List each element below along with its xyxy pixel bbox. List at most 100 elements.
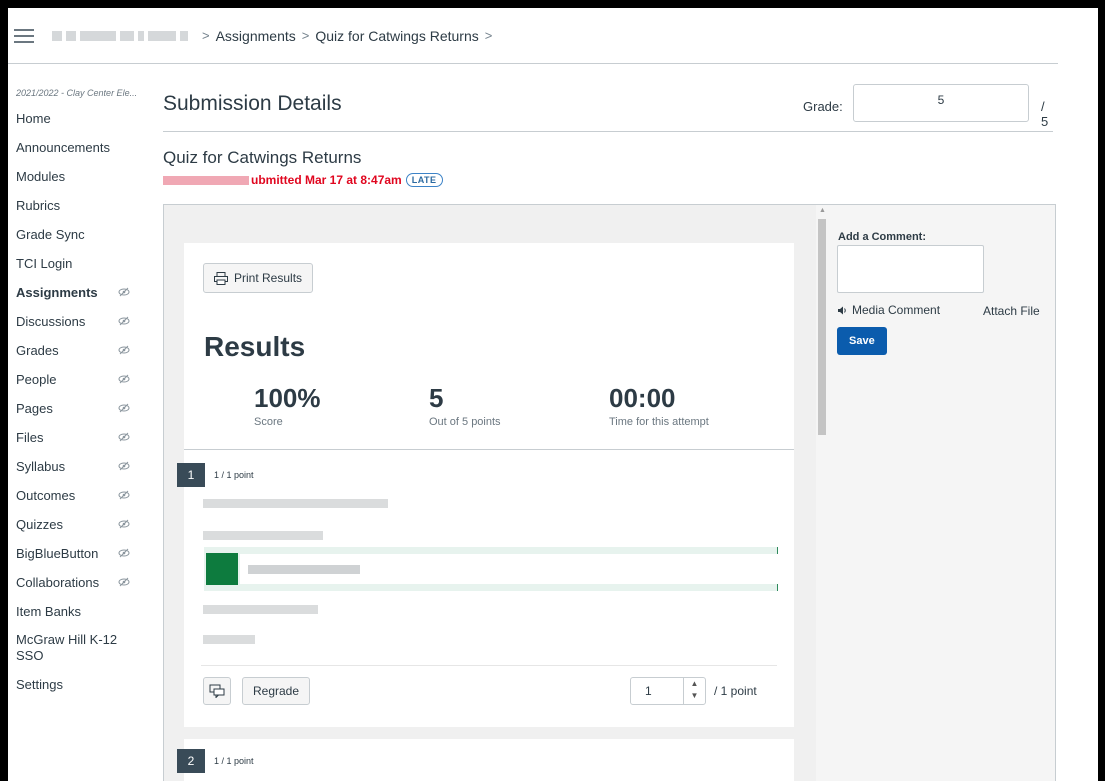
course-term: 2021/2022 - Clay Center Ele...	[16, 88, 138, 98]
correct-answer-icon	[206, 553, 238, 585]
sidebar-item-syllabus[interactable]: Syllabus	[8, 452, 148, 481]
time-value: 00:00	[609, 383, 676, 413]
sidebar-item-quizzes[interactable]: Quizzes	[8, 510, 148, 539]
question-number: 1	[177, 463, 205, 487]
save-comment-button[interactable]: Save	[837, 327, 887, 355]
grade-input[interactable]: 5	[853, 84, 1029, 122]
answer-text-redacted	[248, 565, 360, 574]
sidebar-item-label: Home	[16, 111, 51, 126]
sidebar-item-files[interactable]: Files	[8, 423, 148, 452]
sidebar-item-outcomes[interactable]: Outcomes	[8, 481, 148, 510]
hidden-eye-icon	[118, 519, 130, 529]
submission-header: Submission Details Grade: 5 / 5	[163, 64, 1053, 132]
add-comment-label: Add a Comment:	[838, 231, 926, 243]
sidebar-item-label: Settings	[16, 677, 63, 692]
breadcrumb-assignments[interactable]: Assignments	[216, 28, 296, 44]
attach-file-link[interactable]: Attach File	[983, 304, 1040, 318]
late-badge: LATE	[405, 173, 443, 187]
main-content: Submission Details Grade: 5 / 5 Quiz for…	[163, 64, 1056, 781]
sidebar-item-announcements[interactable]: Announcements	[8, 133, 148, 162]
chevron-up-icon[interactable]: ▲	[684, 678, 705, 690]
canvas-page: > Assignments > Quiz for Catwings Return…	[8, 8, 1098, 781]
sidebar-item-label: Modules	[16, 169, 66, 184]
scroll-up-icon[interactable]: ▲	[819, 207, 826, 214]
answer-option-redacted	[203, 605, 318, 614]
media-comment-link[interactable]: Media Comment	[838, 303, 940, 317]
sidebar-item-rubrics[interactable]: Rubrics	[8, 191, 148, 220]
quiz-viewer: Print Results Results 100% Score 5 Out o…	[163, 204, 828, 781]
sidebar-item-label: Discussions	[16, 314, 86, 329]
printer-icon	[214, 271, 228, 285]
sidebar-item-collaborations[interactable]: Collaborations	[8, 568, 148, 597]
breadcrumb-quiz[interactable]: Quiz for Catwings Returns	[315, 28, 478, 44]
regrade-button[interactable]: Regrade	[242, 677, 311, 705]
sidebar-item-people[interactable]: People	[8, 365, 148, 394]
sidebar-item-bigbluebutton[interactable]: BigBlueButton	[8, 539, 148, 568]
course-breadcrumb-redacted[interactable]	[52, 30, 188, 41]
course-nav-list: Home Announcements Modules Rubrics Grade Syn…	[8, 104, 148, 699]
sidebar-item-mcgraw-hill-k-12-sso[interactable]: McGraw Hill K-12 SSO	[8, 626, 148, 670]
sidebar-item-discussions[interactable]: Discussions	[8, 307, 148, 336]
sidebar-item-modules[interactable]: Modules	[8, 162, 148, 191]
print-results-button[interactable]: Print Results	[203, 263, 314, 293]
comment-pane: Add a Comment: Media Comment Attach File…	[828, 204, 1056, 781]
sidebar-item-label: Syllabus	[16, 459, 66, 474]
breadcrumb-separator: >	[202, 28, 210, 43]
sidebar-item-grades[interactable]: Grades	[8, 336, 148, 365]
sidebar-item-label: Collaborations	[16, 575, 100, 590]
results-card: Print Results Results 100% Score 5 Out o…	[177, 243, 794, 781]
sidebar-item-grade-sync[interactable]: Grade Sync	[8, 220, 148, 249]
sidebar-item-home[interactable]: Home	[8, 104, 148, 133]
hidden-eye-icon	[118, 345, 130, 355]
hamburger-menu-icon[interactable]	[14, 28, 34, 43]
score-stepper[interactable]: ▲ ▼	[683, 678, 705, 704]
sidebar-item-item-banks[interactable]: Item Banks	[8, 597, 148, 626]
sidebar-item-assignments[interactable]: Assignments	[8, 278, 148, 307]
hidden-eye-icon	[118, 490, 130, 500]
question-score-suffix: / 1 point	[714, 684, 757, 698]
page-title: Submission Details	[163, 92, 342, 115]
media-comment-label: Media Comment	[852, 303, 941, 317]
comment-button[interactable]	[203, 677, 231, 705]
sidebar-item-label: Announcements	[16, 140, 110, 155]
breadcrumb-separator: >	[301, 28, 310, 43]
question-score-input[interactable]: 1 ▲ ▼	[630, 677, 706, 705]
score-stat: 100% Score	[254, 383, 321, 428]
results-title: Results	[204, 331, 306, 362]
sidebar-item-pages[interactable]: Pages	[8, 394, 148, 423]
question-number: 2	[177, 749, 205, 773]
score-label: Score	[254, 416, 283, 428]
sidebar-item-tci-login[interactable]: TCI Login	[8, 249, 148, 278]
course-nav: 2021/2022 - Clay Center Ele... Home Annou…	[8, 64, 148, 781]
sidebar-item-label: Outcomes	[16, 488, 76, 503]
sidebar-item-label: Grade Sync	[16, 227, 85, 242]
grade-label: Grade:	[803, 99, 843, 114]
breadcrumb: > Assignments > Quiz for Catwings Return…	[196, 28, 498, 44]
comment-textarea[interactable]	[837, 245, 984, 293]
points-value: 5	[429, 383, 444, 413]
question-points: 1 / 1 point	[214, 756, 254, 766]
comment-icon	[209, 684, 225, 698]
question-footer-divider	[201, 665, 777, 666]
question-points: 1 / 1 point	[214, 470, 254, 480]
points-stat: 5 Out of 5 points	[429, 383, 501, 428]
hidden-eye-icon	[118, 432, 130, 442]
sidebar-item-label: McGraw Hill K-12 SSO	[16, 632, 118, 663]
sidebar-item-settings[interactable]: Settings	[8, 670, 148, 699]
points-label: Out of 5 points	[429, 416, 501, 428]
sidebar-item-label: BigBlueButton	[16, 546, 99, 561]
sidebar-item-label: Quizzes	[16, 517, 63, 532]
hidden-eye-icon	[118, 461, 130, 471]
viewer-scrollbar[interactable]: ▲	[816, 205, 828, 781]
sidebar-item-label: Pages	[16, 401, 53, 416]
hidden-eye-icon	[118, 403, 130, 413]
scrollbar-thumb[interactable]	[818, 219, 826, 435]
hidden-eye-icon	[118, 548, 130, 558]
sidebar-item-label: Grades	[16, 343, 59, 358]
answer-option-redacted	[203, 531, 323, 540]
hidden-eye-icon	[118, 316, 130, 326]
time-stat: 00:00 Time for this attempt	[609, 383, 709, 428]
chevron-down-icon[interactable]: ▼	[684, 690, 705, 702]
divider	[184, 449, 794, 450]
question-score-value: 1	[645, 684, 652, 698]
